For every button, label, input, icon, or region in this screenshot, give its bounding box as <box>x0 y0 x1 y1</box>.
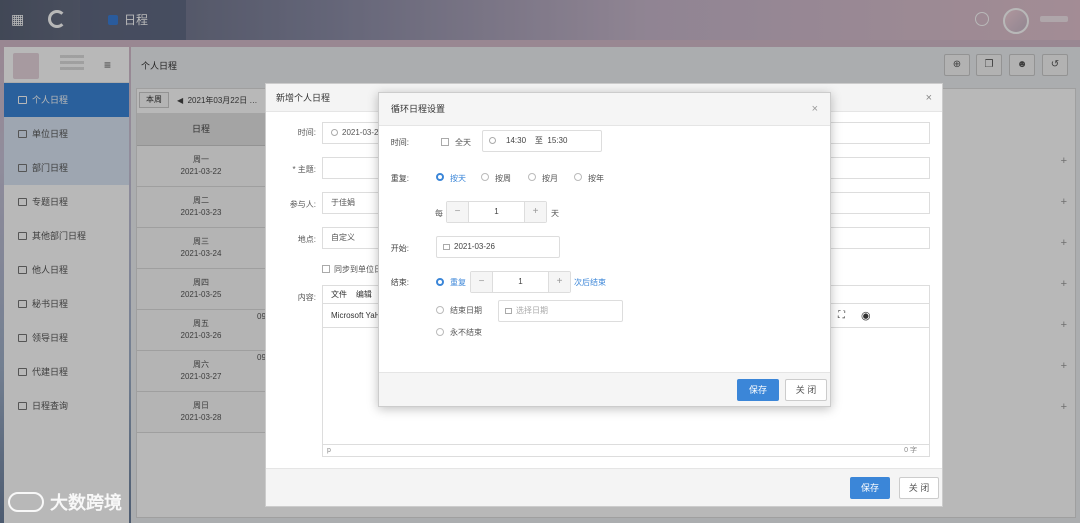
dialog-title: 新增个人日程 <box>276 93 331 103</box>
font-select[interactable]: Microsoft YaH <box>331 311 381 320</box>
time-label: 时间: <box>390 138 409 147</box>
repeat-monthly-radio[interactable] <box>528 173 536 181</box>
content-label: 内容: <box>297 293 316 302</box>
dialog-header: 循环日程设置 × <box>379 93 830 126</box>
increment-button[interactable]: + <box>524 202 546 222</box>
decrement-button[interactable]: − <box>447 202 469 222</box>
start-date-input[interactable]: 2021-03-26 <box>436 236 560 258</box>
repeat-weekly-radio[interactable] <box>481 173 489 181</box>
save-button[interactable]: 保存 <box>850 477 890 499</box>
decrement-button[interactable]: − <box>471 272 493 292</box>
every-stepper[interactable]: − 1 + <box>446 201 547 223</box>
end-repeat-label: 重复 <box>450 278 466 287</box>
time-range-input[interactable]: 14:30 至 15:30 <box>482 130 602 152</box>
increment-button[interactable]: + <box>548 272 570 292</box>
repeat-yearly-label: 按年 <box>588 174 604 183</box>
sync-checkbox[interactable] <box>322 265 330 273</box>
end-label: 结束: <box>390 278 409 287</box>
save-button[interactable]: 保存 <box>737 379 779 401</box>
participants-label: 参与人: <box>289 200 316 209</box>
end-date-radio[interactable] <box>436 306 444 314</box>
never-end-radio[interactable] <box>436 328 444 336</box>
preview-eye-icon[interactable]: ◉ <box>861 304 871 328</box>
end-date-label: 结束日期 <box>450 306 482 315</box>
start-label: 开始: <box>390 244 409 253</box>
repeat-label: 重复: <box>390 174 409 183</box>
clock-icon <box>489 137 496 144</box>
dialog-footer: 保存 关 闭 <box>379 372 830 406</box>
watermark-logo-icon <box>8 492 44 512</box>
subject-label: * 主题: <box>292 165 316 174</box>
location-label: 地点: <box>297 235 316 244</box>
after-times-label: 次后结束 <box>574 278 606 287</box>
repeat-monthly-label: 按月 <box>542 174 558 183</box>
repeat-yearly-radio[interactable] <box>574 173 582 181</box>
watermark: 大数跨境 <box>8 489 122 517</box>
editor-statusbar: p 0 字 <box>323 444 929 456</box>
editor-path: p <box>327 447 331 454</box>
fullscreen-icon[interactable]: ⛶ <box>838 304 845 328</box>
repeat-daily-label: 按天 <box>450 174 466 183</box>
clock-icon <box>331 129 338 136</box>
stepper-value[interactable]: 1 <box>469 202 524 222</box>
stepper-value[interactable]: 1 <box>493 272 548 292</box>
every-label: 每 <box>435 209 443 218</box>
calendar-icon <box>443 244 450 250</box>
never-end-label: 永不结束 <box>450 328 482 337</box>
time-label: 时间: <box>297 128 316 137</box>
dialog-footer: 保存 关 闭 <box>266 468 942 506</box>
repeat-weekly-label: 按周 <box>495 174 511 183</box>
calendar-icon <box>505 308 512 314</box>
close-button[interactable]: 关 闭 <box>785 379 827 401</box>
sync-label: 同步到单位日 <box>334 265 382 274</box>
end-after-radio[interactable] <box>436 278 444 286</box>
end-times-stepper[interactable]: − 1 + <box>470 271 571 293</box>
menu-edit[interactable]: 编辑 <box>356 290 372 299</box>
allday-checkbox[interactable] <box>441 138 449 146</box>
dialog-title: 循环日程设置 <box>391 104 446 114</box>
repeat-daily-radio[interactable] <box>436 173 444 181</box>
word-count: 0 字 <box>904 447 917 454</box>
close-icon[interactable]: × <box>812 93 818 126</box>
close-icon[interactable]: × <box>926 84 932 112</box>
day-unit: 天 <box>551 209 559 218</box>
allday-label: 全天 <box>455 138 471 147</box>
close-button[interactable]: 关 闭 <box>899 477 939 499</box>
recurring-schedule-dialog: 循环日程设置 × 时间: 全天 14:30 至 15:30 重复: 按天 按周 … <box>378 92 831 407</box>
menu-file[interactable]: 文件 <box>331 290 347 299</box>
end-date-input[interactable]: 选择日期 <box>498 300 623 322</box>
